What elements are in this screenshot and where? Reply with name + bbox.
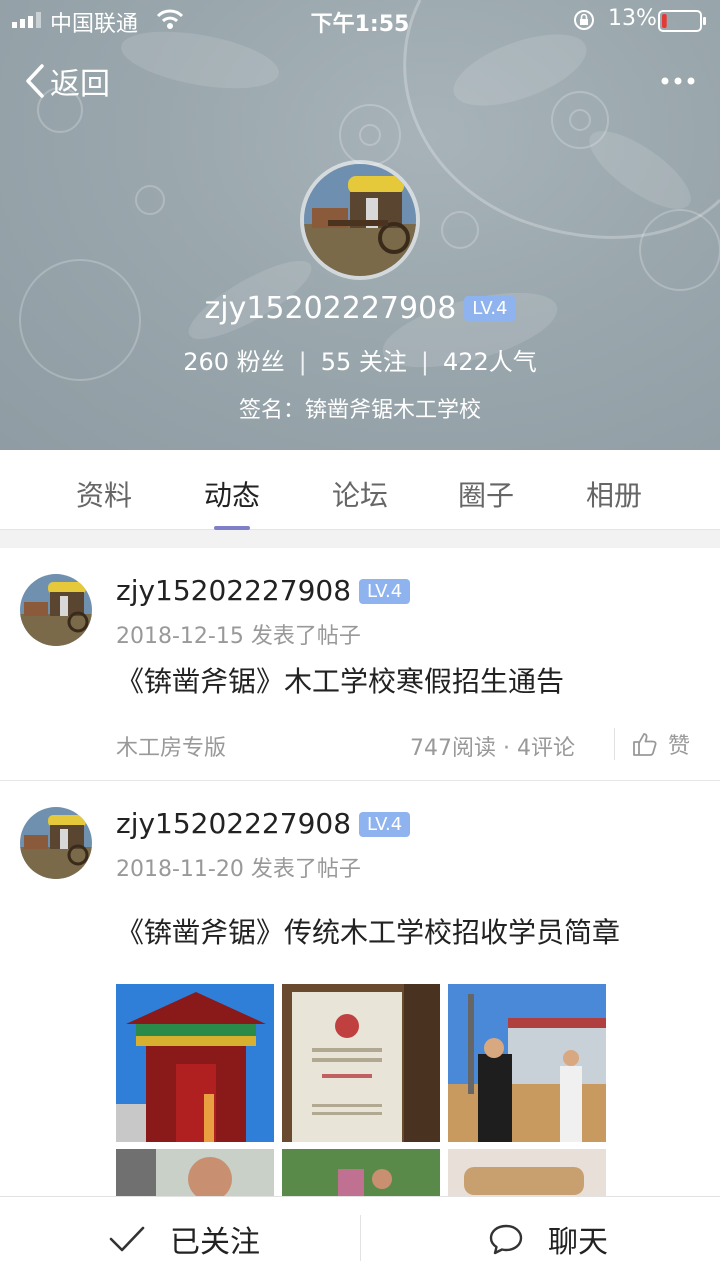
stats-separator: | <box>420 348 429 376</box>
post-meta: 2018-11-20 发表了帖子 <box>116 857 361 882</box>
profile-stats: 260 粉丝 | 55 关注 | 422人气 <box>0 342 720 377</box>
status-bar: 中国联通 下午1:55 13% <box>0 0 720 40</box>
like-button[interactable]: 赞 <box>632 728 690 760</box>
tab-forum[interactable]: 论坛 <box>310 474 410 514</box>
avatar-image <box>20 807 92 879</box>
post-meta: 2018-12-15 发表了帖子 <box>116 624 361 649</box>
photo-workshop-image <box>448 984 606 1142</box>
post-board[interactable]: 木工房专版 <box>116 730 226 762</box>
tab-activity[interactable]: 动态 <box>182 474 282 514</box>
followed-button[interactable]: 已关注 <box>108 1217 260 1261</box>
post-photo[interactable] <box>448 984 606 1142</box>
post-card[interactable]: zjy15202227908 LV.4 2018-11-20 发表了帖子 《锛凿斧… <box>0 781 720 1280</box>
post-author-avatar[interactable] <box>20 807 92 879</box>
back-button[interactable]: 返回 <box>24 58 110 104</box>
post-author-name[interactable]: zjy15202227908 <box>116 807 351 840</box>
fans-count[interactable]: 260 粉丝 <box>183 348 284 376</box>
profile-username: zjy15202227908 <box>204 291 457 326</box>
level-badge: LV.4 <box>359 579 411 604</box>
post-author-row: zjy15202227908 LV.4 <box>116 574 411 607</box>
popularity-count: 422人气 <box>442 348 537 376</box>
avatar-image <box>20 574 92 646</box>
more-icon[interactable] <box>658 66 698 96</box>
check-icon <box>109 1226 145 1252</box>
post-card[interactable]: zjy15202227908 LV.4 2018-12-15 发表了帖子 《锛凿斧… <box>0 548 720 780</box>
post-author-avatar[interactable] <box>20 574 92 646</box>
profile-header: 中国联通 下午1:55 13% 返回 zjy15202227908 LV.4 2… <box>0 0 720 450</box>
photo-gate-image <box>116 984 274 1142</box>
tab-profile-info[interactable]: 资料 <box>54 474 154 514</box>
profile-tabs: 资料 动态 论坛 圈子 相册 <box>0 450 720 530</box>
tab-album[interactable]: 相册 <box>564 474 664 514</box>
post-author-name[interactable]: zjy15202227908 <box>116 574 351 607</box>
profile-username-row: zjy15202227908 LV.4 <box>0 290 720 326</box>
post-photo[interactable] <box>282 984 440 1142</box>
profile-avatar[interactable] <box>300 160 420 280</box>
like-label: 赞 <box>668 734 691 759</box>
post-counts: 747阅读 · 4评论 <box>410 736 575 761</box>
stats-separator: | <box>298 348 307 376</box>
post-photo[interactable] <box>116 984 274 1142</box>
post-footer: 木工房专版 747阅读 · 4评论 赞 <box>0 724 720 764</box>
battery-percent: 13% <box>608 6 657 31</box>
avatar-image <box>304 164 416 276</box>
photo-certificate-image <box>282 984 440 1142</box>
following-count[interactable]: 55 关注 <box>321 348 407 376</box>
post-title[interactable]: 《锛凿斧锯》木工学校寒假招生通告 <box>116 660 564 700</box>
chat-label: 聊天 <box>548 1225 608 1260</box>
level-badge: LV.4 <box>464 296 516 321</box>
footer-divider <box>614 728 615 760</box>
followed-label: 已关注 <box>170 1225 260 1260</box>
orientation-lock-icon <box>574 10 594 30</box>
level-badge: LV.4 <box>359 812 411 837</box>
back-label: 返回 <box>50 67 110 102</box>
chat-bubble-icon <box>489 1224 523 1255</box>
chevron-left-icon <box>26 64 44 98</box>
tab-circles[interactable]: 圈子 <box>436 474 536 514</box>
profile-signature: 签名：锛凿斧锯木工学校 <box>238 398 481 423</box>
chat-button[interactable]: 聊天 <box>488 1217 608 1261</box>
post-author-row: zjy15202227908 LV.4 <box>116 807 411 840</box>
bottom-action-bar: 已关注 聊天 <box>0 1196 720 1280</box>
bottom-divider <box>360 1215 361 1261</box>
post-title[interactable]: 《锛凿斧锯》传统木工学校招收学员简章 <box>116 911 620 951</box>
battery-icon <box>658 10 706 32</box>
section-gap <box>0 530 720 548</box>
thumbs-up-icon <box>633 733 657 756</box>
